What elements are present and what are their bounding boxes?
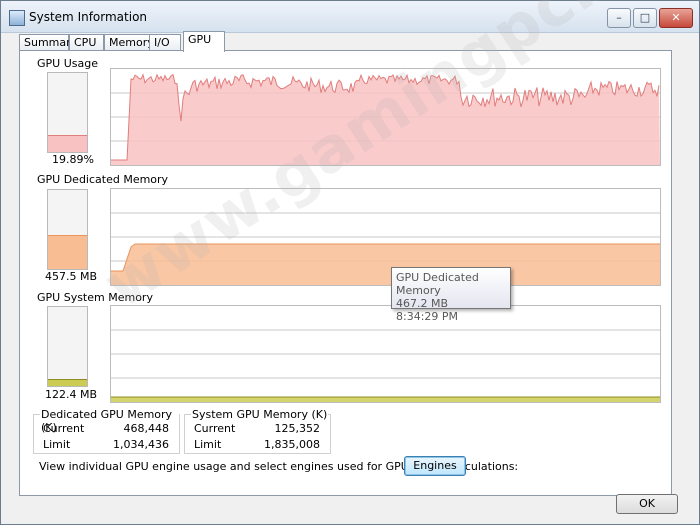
gpu-system-meter-fill	[48, 379, 87, 386]
gpu-dedicated-value: 457.5 MB	[45, 270, 98, 283]
tab-gpu[interactable]: GPU	[183, 31, 225, 52]
tab-memory[interactable]: Memory	[104, 34, 154, 51]
gpu-dedicated-area	[111, 244, 660, 285]
gpu-usage-history-chart	[111, 73, 660, 165]
gpu-system-title: GPU System Memory	[37, 291, 153, 304]
gpu-system-history-chart	[111, 329, 660, 402]
dedicated-current-label: Current	[43, 422, 85, 435]
gpu-system-area	[111, 397, 660, 402]
app-icon	[9, 10, 25, 26]
system-current-label: Current	[194, 422, 236, 435]
gpu-system-meter	[47, 306, 88, 387]
graph-tooltip: GPU Dedicated Memory 467.2 MB 8:34:29 PM	[391, 267, 511, 323]
maximize-icon: □	[639, 11, 651, 24]
gpu-dedicated-meter-fill	[48, 234, 87, 269]
system-box-title: System GPU Memory (K)	[191, 408, 329, 421]
engines-button[interactable]: Engines	[404, 456, 466, 476]
system-limit-value: 1,835,008	[264, 438, 320, 451]
gpu-usage-meter-fill	[48, 135, 87, 152]
system-gpu-memory-box: System GPU Memory (K) Current 125,352 Li…	[184, 408, 331, 454]
ok-button[interactable]: OK	[616, 494, 678, 514]
close-icon: ✕	[671, 11, 681, 24]
close-button[interactable]: ✕	[659, 8, 693, 28]
gpu-usage-area	[111, 74, 660, 165]
gpu-dedicated-title: GPU Dedicated Memory	[37, 173, 169, 186]
maximize-button[interactable]: □	[633, 8, 657, 28]
minimize-button[interactable]: –	[607, 8, 631, 28]
gpu-system-value: 122.4 MB	[45, 388, 98, 401]
system-limit-label: Limit	[194, 438, 222, 451]
minimize-icon: –	[616, 11, 622, 24]
dedicated-gpu-memory-box: Dedicated GPU Memory (K) Current 468,448…	[33, 408, 180, 454]
system-information-window: System Information – □ ✕ Summary CPU Mem…	[0, 0, 700, 525]
dedicated-limit-label: Limit	[43, 438, 71, 451]
gpu-panel: GPU Usage 19.89% GPU Dedicated Memory 45…	[19, 50, 672, 496]
tooltip-time: 8:34:29 PM	[396, 310, 459, 323]
dedicated-limit-value: 1,034,436	[113, 438, 169, 451]
tab-cpu[interactable]: CPU	[69, 34, 104, 51]
gpu-usage-meter	[47, 72, 88, 153]
system-current-value: 125,352	[274, 422, 321, 435]
tooltip-title: GPU Dedicated Memory	[396, 271, 479, 297]
gpu-dedicated-graph	[110, 188, 661, 286]
window-title: System Information	[29, 10, 148, 24]
tab-summary[interactable]: Summary	[19, 34, 77, 51]
gpu-usage-value: 19.89%	[52, 153, 94, 166]
gpu-usage-title: GPU Usage	[37, 57, 98, 70]
tooltip-value: 467.2 MB	[396, 297, 449, 310]
tab-io[interactable]: I/O	[149, 34, 181, 51]
gpu-dedicated-meter	[47, 189, 88, 270]
dedicated-current-value: 468,448	[123, 422, 170, 435]
title-bar[interactable]: System Information – □ ✕	[1, 1, 699, 33]
gpu-dedicated-history-chart	[111, 212, 660, 285]
gpu-system-graph	[110, 305, 661, 403]
gpu-usage-graph	[110, 68, 661, 166]
